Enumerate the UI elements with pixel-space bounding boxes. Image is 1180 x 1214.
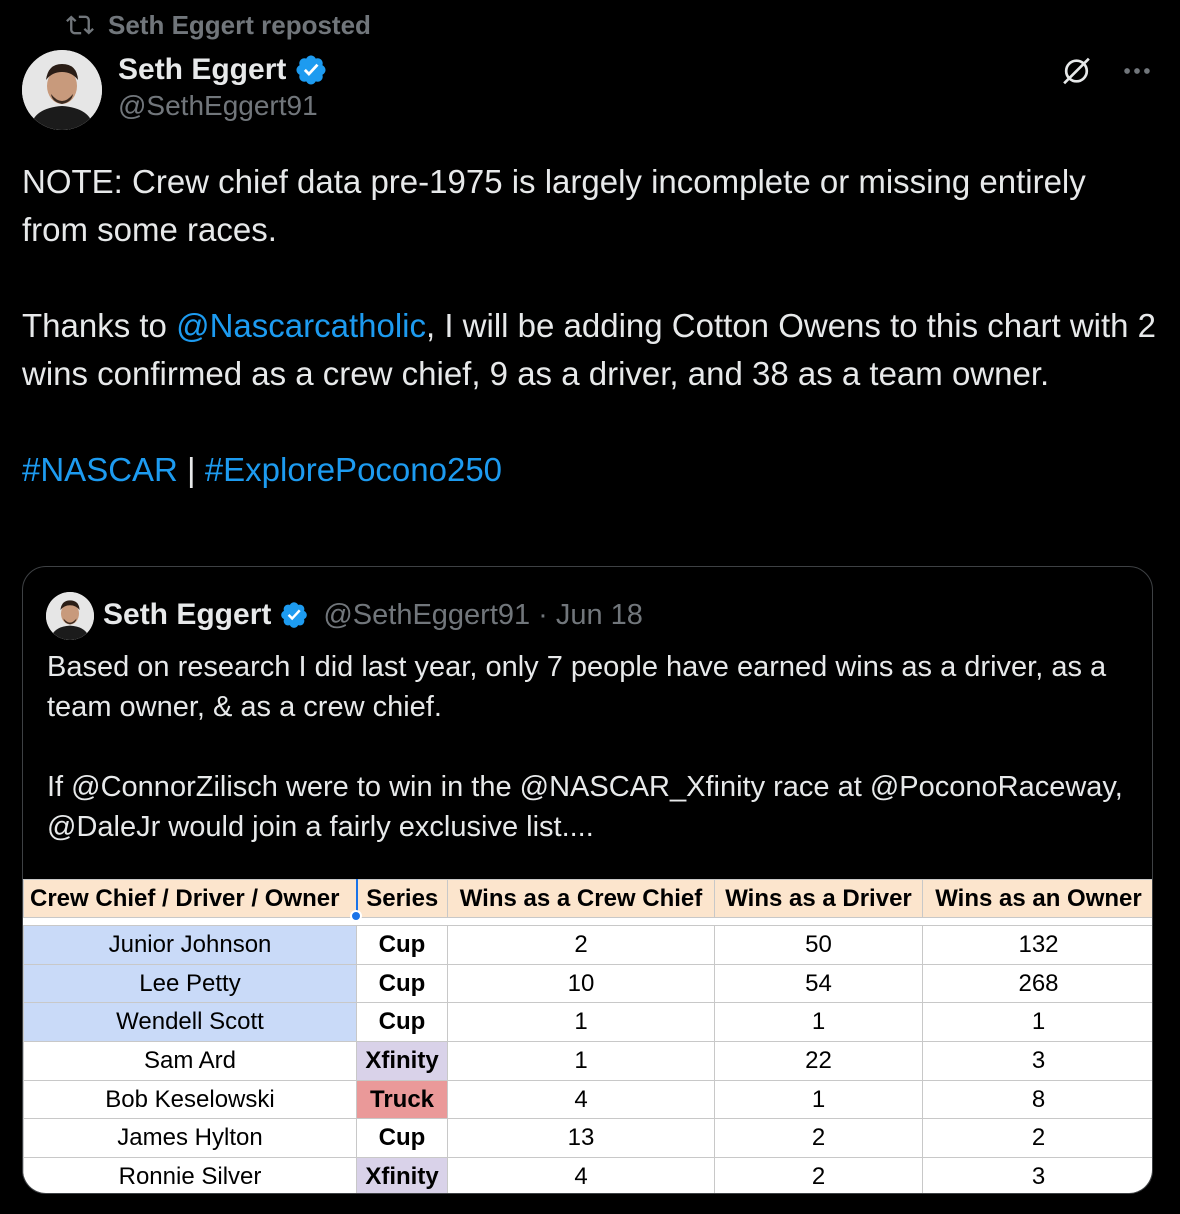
table-cell: Bob Keselowski	[23, 1079, 357, 1120]
column-header: Series	[356, 879, 448, 918]
table-row: Lee Petty Cup 10 54 268	[23, 963, 1152, 1004]
table-row: Sam Ard Xfinity 1 22 3	[23, 1041, 1152, 1081]
quote-paragraph: If @ConnorZilisch were to win in the @NA…	[47, 771, 1123, 843]
table-row: James Hylton Cup 13 2 2	[23, 1118, 1152, 1159]
table-cell: 268	[922, 963, 1152, 1004]
column-header: Wins as a Crew Chief	[447, 879, 715, 918]
table-cell: 3	[922, 1157, 1152, 1193]
table-cell: 2	[922, 1118, 1152, 1159]
quote-date: Jun 18	[555, 598, 643, 631]
author-handle[interactable]: @SethEggert91	[118, 90, 318, 122]
table-row: Junior Johnson Cup 2 50 132	[23, 925, 1152, 965]
table-cell: 2	[714, 1118, 923, 1159]
quote-author-name: Seth Eggert	[103, 598, 272, 631]
table-row: Bob Keselowski Truck 4 1 8	[23, 1079, 1152, 1120]
repost-text: Seth Eggert reposted	[108, 9, 371, 40]
table-cell: 22	[714, 1041, 923, 1081]
table-cell: 132	[922, 925, 1152, 965]
table-cell: 13	[447, 1118, 715, 1159]
verified-badge-icon	[281, 602, 308, 628]
table-cell: 1	[714, 1002, 923, 1043]
table-cell: Wendell Scott	[23, 1002, 357, 1043]
table-cell: 1	[714, 1079, 923, 1120]
table-cell: Lee Petty	[23, 963, 357, 1004]
mention-link[interactable]: @Nascarcatholic	[176, 307, 426, 344]
table-row: Ronnie Silver Xfinity 4 2 3	[23, 1157, 1152, 1193]
selection-handle	[350, 910, 362, 922]
column-header: Crew Chief / Driver / Owner	[23, 879, 358, 918]
table-cell: 4	[447, 1079, 715, 1120]
repost-icon	[66, 15, 94, 35]
table-cell: 50	[714, 925, 923, 965]
quote-dot: ·	[538, 598, 548, 631]
quote-author-avatar	[46, 592, 94, 640]
hashtag-line: #NASCAR | #ExplorePocono250	[22, 446, 1158, 494]
column-header: Wins as an Owner	[922, 879, 1152, 918]
repost-indicator[interactable]: Seth Eggert reposted	[66, 8, 371, 42]
hashtag-link[interactable]: #NASCAR	[22, 451, 178, 488]
table-cell: Cup	[356, 1118, 448, 1159]
tweet-paragraph: Thanks to @Nascarcatholic, I will be add…	[22, 302, 1158, 398]
table-cell: 3	[922, 1041, 1152, 1081]
table-cell: Cup	[356, 963, 448, 1004]
table-cell: James Hylton	[23, 1118, 357, 1159]
table-cell: 1	[447, 1041, 715, 1081]
table-cell: Xfinity	[356, 1157, 448, 1193]
table-row: Wendell Scott Cup 1 1 1	[23, 1002, 1152, 1043]
table-cell: Cup	[356, 925, 448, 965]
tweet-text-fragment: Thanks to	[22, 307, 177, 344]
wins-table: Crew Chief / Driver / Owner Series Wins …	[23, 879, 1152, 1193]
table-cell: 2	[714, 1157, 923, 1193]
table-cell: Cup	[356, 1002, 448, 1043]
quote-author-handle: @SethEggert91	[323, 598, 531, 631]
table-cell: 1	[922, 1002, 1152, 1043]
table-cell: 10	[447, 963, 715, 1004]
quoted-tweet[interactable]: Seth Eggert @SethEggert91 · Jun 18 Based…	[22, 566, 1153, 1194]
hashtag-link[interactable]: #ExplorePocono250	[205, 451, 502, 488]
grok-icon[interactable]	[1060, 54, 1094, 88]
more-icon[interactable]	[1120, 54, 1154, 88]
author-name[interactable]: Seth Eggert	[118, 53, 286, 87]
quote-media-table[interactable]: Crew Chief / Driver / Owner Series Wins …	[23, 879, 1152, 1193]
table-cell: Xfinity	[356, 1041, 448, 1081]
table-cell: 1	[447, 1002, 715, 1043]
tweet-paragraph: NOTE: Crew chief data pre-1975 is largel…	[22, 163, 1086, 248]
table-cell: Sam Ard	[23, 1041, 357, 1081]
table-cell: Ronnie Silver	[23, 1157, 357, 1193]
verified-badge-icon[interactable]	[294, 53, 328, 87]
table-cell: 54	[714, 963, 923, 1004]
quote-body: Based on research I did last year, only …	[47, 647, 1137, 847]
author-avatar[interactable]	[22, 50, 102, 130]
table-cell: Truck	[356, 1079, 448, 1120]
quote-paragraph: Based on research I did last year, only …	[47, 651, 1107, 723]
tweet-body: NOTE: Crew chief data pre-1975 is largel…	[22, 158, 1158, 494]
table-cell: 8	[922, 1079, 1152, 1120]
table-cell: 2	[447, 925, 715, 965]
table-cell: 4	[447, 1157, 715, 1193]
column-header: Wins as a Driver	[714, 879, 923, 918]
separator: |	[177, 451, 205, 488]
table-cell: Junior Johnson	[23, 925, 357, 965]
